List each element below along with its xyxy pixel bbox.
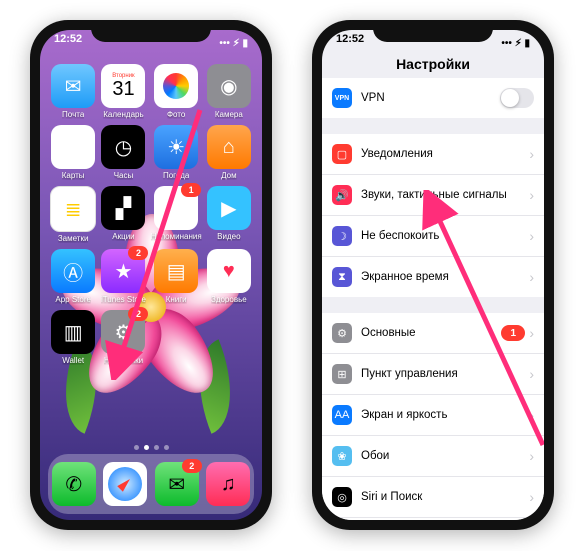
app-label: Видео xyxy=(217,232,240,241)
page-title: Настройки xyxy=(322,56,544,72)
app-label: Заметки xyxy=(58,234,89,243)
settings-screen[interactable]: 12:52 ••• ⚡︎ ▮ Настройки VPN VPN ▢ Уведомле… xyxy=(322,30,544,520)
gear-icon: ⚙︎ xyxy=(332,323,352,343)
home-icon: ⌂ xyxy=(207,125,251,169)
astore-icon: Ⓐ xyxy=(51,249,95,293)
wall-icon: ❀ xyxy=(332,446,352,466)
dnd-icon: ☽ xyxy=(332,226,352,246)
phone-home: 12:52 ••• ⚡︎ ▮ ✉︎ПочтаВторник31Календарь… xyxy=(30,20,272,530)
video-icon: ▶︎ xyxy=(207,186,251,230)
annotation-arrow-1 xyxy=(90,100,210,380)
app-label: Wallet xyxy=(62,356,84,365)
app-label: Почта xyxy=(62,110,84,119)
siri-icon: ◎ xyxy=(332,487,352,507)
home-screen[interactable]: 12:52 ••• ⚡︎ ▮ ✉︎ПочтаВторник31Календарь… xyxy=(40,30,262,520)
row-siri[interactable]: ◎ Siri и Поиск › xyxy=(322,477,544,518)
notch xyxy=(373,20,493,42)
health-icon: ♥ xyxy=(207,249,251,293)
sound-icon: 🔊 xyxy=(332,185,352,205)
app-label: Карты xyxy=(62,171,85,180)
row-label: Уведомления xyxy=(361,148,525,160)
wallet-icon: ▥ xyxy=(51,310,95,354)
dock-safari[interactable] xyxy=(103,462,147,506)
dock-music[interactable]: ♫ xyxy=(206,462,250,506)
row-VPN[interactable]: VPN VPN xyxy=(322,78,544,118)
clock: 12:52 xyxy=(54,33,82,53)
phone-settings: 12:52 ••• ⚡︎ ▮ Настройки VPN VPN ▢ Уведомле… xyxy=(312,20,554,530)
status-icons: ••• ⚡︎ ▮ xyxy=(219,33,248,53)
annotation-arrow-2 xyxy=(418,190,544,460)
notif-icon: ▢ xyxy=(332,144,352,164)
app-label: Камера xyxy=(215,110,243,119)
app-video[interactable]: ▶︎ Видео xyxy=(206,186,252,243)
page-dots[interactable] xyxy=(40,445,262,450)
app-label: Здоровье xyxy=(211,295,247,304)
status-icons: ••• ⚡︎ ▮ xyxy=(501,33,530,53)
row-face[interactable]: ☻Face ID и код-пароль› xyxy=(322,518,544,520)
app-cam[interactable]: ◉ Камера xyxy=(206,64,252,119)
chevron-right-icon: › xyxy=(529,489,534,505)
chevron-right-icon: › xyxy=(529,146,534,162)
vpn-toggle[interactable] xyxy=(500,88,534,108)
app-health[interactable]: ♥ Здоровье xyxy=(206,249,252,304)
ctrl-icon: ⊞ xyxy=(332,364,352,384)
screen-icon: ⧗ xyxy=(332,267,352,287)
badge: 2 xyxy=(182,459,202,473)
mail-icon: ✉︎ xyxy=(51,64,95,108)
dock: ✆ ✉︎2♫ xyxy=(48,454,254,514)
clock: 12:52 xyxy=(336,33,364,53)
app-label: Дом xyxy=(221,171,236,180)
settings-group: VPN VPN xyxy=(322,78,544,118)
app-label: App Store xyxy=(55,295,91,304)
disp-icon: AA xyxy=(332,405,352,425)
app-home[interactable]: ⌂ Дом xyxy=(206,125,252,180)
row-label: Siri и Поиск xyxy=(361,491,525,503)
VPN-icon: VPN xyxy=(332,88,352,108)
maps-icon: ⬈ xyxy=(51,125,95,169)
dock-msg[interactable]: ✉︎2 xyxy=(155,462,199,506)
row-label: VPN xyxy=(361,92,500,104)
notch xyxy=(91,20,211,42)
row-notif[interactable]: ▢ Уведомления › xyxy=(322,134,544,175)
cam-icon: ◉ xyxy=(207,64,251,108)
dock-phone[interactable]: ✆ xyxy=(52,462,96,506)
